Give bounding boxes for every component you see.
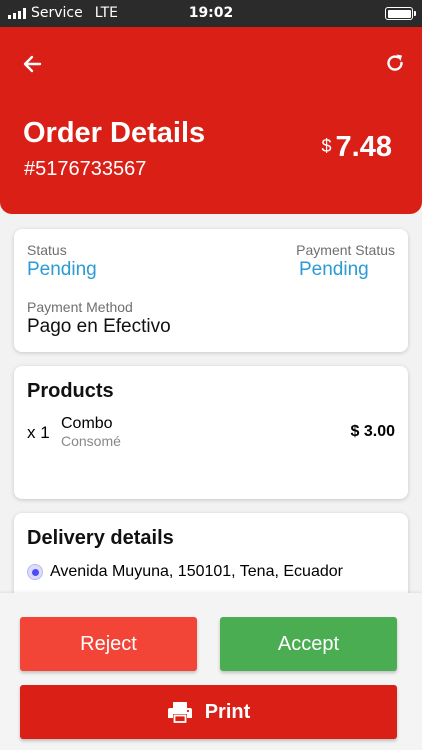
- currency-symbol: $: [321, 136, 332, 156]
- print-label: Print: [204, 700, 251, 723]
- refresh-icon[interactable]: [385, 53, 405, 73]
- action-footer: Reject Accept Print: [0, 593, 422, 750]
- order-status-card: Status Pending Payment Status Pending Pa…: [14, 229, 408, 352]
- delivery-address: Avenida Muyuna, 150101, Tena, Ecuador: [50, 563, 343, 580]
- item-price: $ 3.00: [350, 423, 395, 440]
- products-title: Products: [27, 380, 114, 402]
- printer-icon: [167, 702, 192, 723]
- battery-icon: [385, 7, 416, 20]
- payment-status-value: Pending: [299, 259, 369, 280]
- print-button[interactable]: Print: [20, 685, 397, 739]
- total-amount: 7.48: [335, 131, 392, 163]
- payment-method-value: Pago en Efectivo: [27, 316, 171, 337]
- delivery-card: Delivery details Avenida Muyuna, 150101,…: [14, 513, 408, 603]
- clock: 19:02: [188, 5, 234, 21]
- order-header: Order Details #5176733567 $ 7.48: [0, 27, 422, 214]
- order-total: $ 7.48: [322, 131, 392, 164]
- status-value: Pending: [27, 259, 97, 280]
- payment-method-label: Payment Method: [27, 299, 133, 315]
- item-name: Combo: [61, 415, 113, 432]
- status-label: Status: [27, 242, 67, 258]
- products-card: Products x 1 Combo Consomé $ 3.00: [14, 366, 408, 499]
- order-number: #5176733567: [24, 158, 147, 180]
- arrow-left-icon[interactable]: [22, 54, 42, 74]
- delivery-title: Delivery details: [27, 527, 174, 549]
- address-radio[interactable]: [27, 564, 43, 580]
- accept-button[interactable]: Accept: [220, 617, 397, 671]
- status-bar: Service LTE 19:02: [0, 0, 422, 27]
- reject-button[interactable]: Reject: [20, 617, 197, 671]
- item-quantity: x 1: [27, 423, 50, 442]
- page-title: Order Details: [23, 117, 206, 149]
- item-variant: Consomé: [61, 433, 121, 449]
- payment-status-label: Payment Status: [296, 242, 395, 258]
